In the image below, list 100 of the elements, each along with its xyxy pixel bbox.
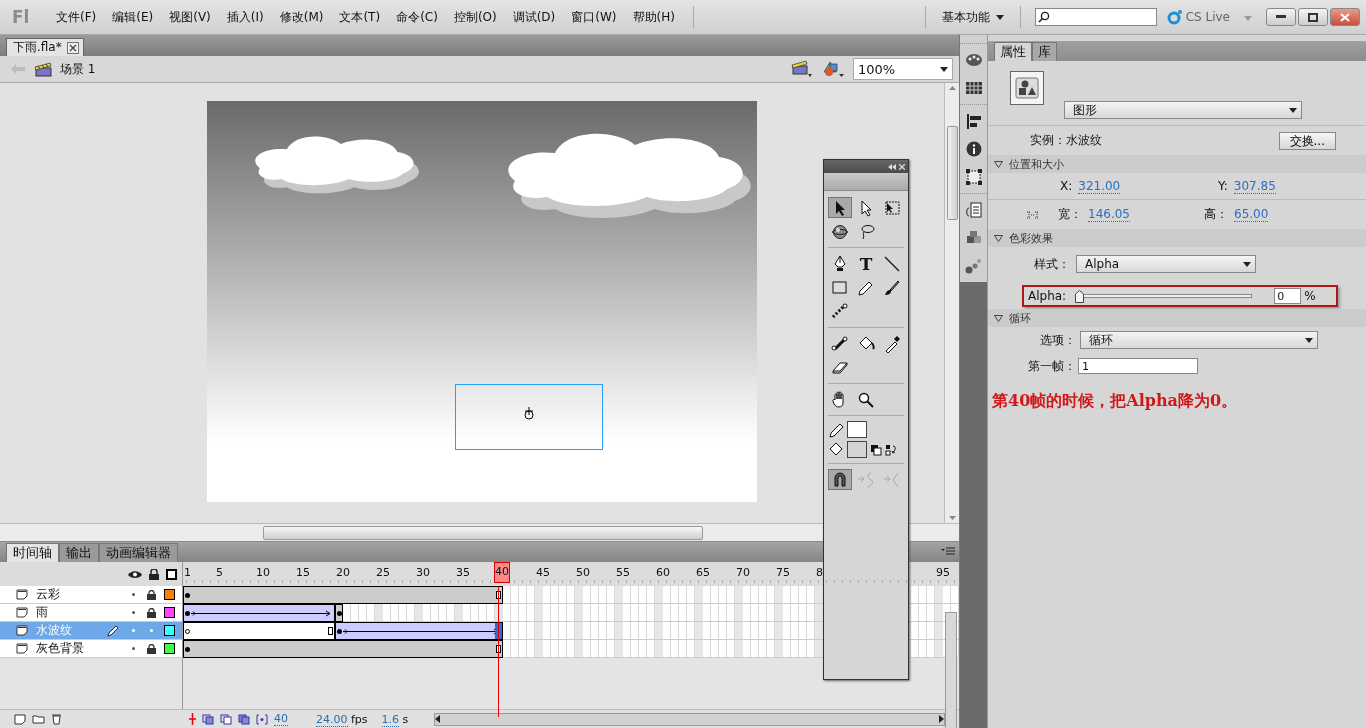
frame-span[interactable] — [183, 586, 503, 604]
menu-item[interactable]: 文本(T) — [331, 8, 389, 26]
layer-name[interactable]: 云彩 — [36, 586, 102, 603]
vertical-scrollbar[interactable] — [944, 83, 959, 523]
frame-span[interactable] — [335, 604, 343, 622]
menu-item[interactable]: 窗口(W) — [563, 8, 625, 26]
panel-tab[interactable]: 属性 — [994, 42, 1032, 61]
outline-color-swatch[interactable] — [163, 643, 175, 654]
layer-header[interactable]: 灰色背景 — [0, 640, 183, 658]
width-value[interactable]: 146.05 — [1088, 207, 1130, 222]
onion-outline-icon[interactable] — [220, 713, 232, 725]
menu-item[interactable]: 编辑(E) — [104, 8, 162, 26]
outline-color-swatch[interactable] — [163, 625, 175, 636]
folder-icon[interactable] — [32, 714, 45, 724]
lock-icon[interactable] — [146, 607, 156, 618]
scene-name[interactable]: 场景 1 — [60, 60, 96, 78]
panel-tab[interactable]: 输出 — [59, 543, 99, 562]
layer-name[interactable]: 雨 — [36, 604, 102, 621]
y-value[interactable]: 307.85 — [1233, 178, 1276, 194]
height-value[interactable]: 65.00 — [1234, 207, 1269, 222]
visible-dot-icon[interactable] — [131, 593, 135, 596]
menu-item[interactable]: 帮助(H) — [624, 8, 683, 26]
components-icon[interactable] — [964, 230, 983, 246]
timeline-scrollbar[interactable] — [434, 712, 945, 726]
onion-markers-icon[interactable] — [256, 713, 268, 725]
palette-icon[interactable] — [964, 52, 983, 68]
collapse-icon[interactable] — [888, 163, 896, 170]
menu-item[interactable]: 文件(F) — [48, 8, 105, 26]
swap-colors-icon[interactable] — [885, 443, 897, 456]
x-value[interactable]: 321.00 — [1078, 178, 1121, 194]
timeline-vertical-scrollbar[interactable] — [945, 612, 957, 728]
slider-thumb[interactable] — [1075, 290, 1085, 303]
section-header[interactable]: 循环 — [988, 309, 1366, 327]
style-dropdown[interactable]: Alpha — [1076, 255, 1256, 273]
motion-presets-icon[interactable] — [964, 258, 983, 274]
playhead-icon[interactable] — [189, 713, 196, 725]
menu-item[interactable]: 修改(M) — [271, 8, 332, 26]
menu-item[interactable]: 命令(C) — [388, 8, 446, 26]
stroke-color-swatch[interactable] — [847, 421, 867, 438]
maximize-button[interactable] — [1298, 8, 1328, 26]
select-tool[interactable] — [828, 197, 852, 218]
close-icon[interactable] — [899, 163, 905, 170]
selection-box[interactable] — [455, 384, 603, 450]
workspace-switcher[interactable]: 基本功能 — [935, 8, 1010, 26]
new-layer-icon[interactable] — [14, 713, 26, 725]
tween-span[interactable] — [335, 622, 503, 640]
swatches-icon[interactable] — [964, 80, 983, 96]
transform-icon[interactable] — [964, 169, 983, 185]
horizontal-scrollbar[interactable] — [0, 523, 959, 541]
section-header[interactable]: 位置和大小 — [988, 155, 1366, 173]
blank-frame-span[interactable] — [183, 622, 335, 640]
close-tab-button[interactable] — [66, 41, 79, 54]
menu-item[interactable]: 控制(O) — [445, 8, 505, 26]
layer-header[interactable]: 云彩 — [0, 586, 183, 604]
loop-option-dropdown[interactable]: 循环 — [1080, 331, 1318, 349]
frame-rate[interactable]: 24.00 — [316, 713, 348, 727]
menu-item[interactable]: 插入(I) — [218, 8, 272, 26]
panel-menu-icon[interactable] — [941, 547, 955, 556]
fill-color-swatch[interactable] — [847, 441, 867, 458]
unlocked-dot-icon[interactable] — [149, 629, 153, 632]
info-icon[interactable] — [964, 141, 983, 157]
panel-tab[interactable]: 时间轴 — [6, 543, 59, 562]
section-header[interactable]: 色彩效果 — [988, 229, 1366, 247]
tween-span[interactable] — [183, 604, 335, 622]
current-frame[interactable]: 40 — [274, 712, 288, 726]
frame-span[interactable] — [183, 640, 503, 658]
outline-color-swatch[interactable] — [163, 607, 175, 618]
panel-tab[interactable]: 库 — [1032, 42, 1057, 61]
visible-dot-icon[interactable] — [131, 611, 135, 614]
actions-icon[interactable] — [964, 202, 983, 218]
snap-tool[interactable] — [828, 469, 852, 490]
align-icon[interactable] — [964, 113, 983, 129]
layer-name[interactable]: 灰色背景 — [36, 640, 102, 657]
document-tab[interactable]: 下雨.fla* — [6, 38, 84, 56]
edit-scene-icon[interactable] — [791, 60, 813, 78]
lock-icon[interactable] — [146, 643, 156, 654]
default-colors-icon[interactable] — [870, 443, 882, 456]
menu-item[interactable]: 视图(V) — [161, 8, 219, 26]
alpha-input[interactable]: 0 — [1274, 288, 1302, 304]
edit-symbols-icon[interactable] — [821, 60, 845, 78]
scrollbar-thumb[interactable] — [946, 126, 958, 220]
scrollbar-thumb[interactable] — [263, 525, 703, 540]
minimize-button[interactable] — [1266, 8, 1296, 26]
edit-multiple-frames-icon[interactable] — [238, 713, 250, 725]
visible-dot-icon[interactable] — [131, 647, 135, 650]
text-tool[interactable]: T — [854, 253, 878, 274]
lock-icon[interactable] — [146, 589, 156, 600]
onion-skin-icon[interactable] — [202, 713, 214, 725]
search-field[interactable] — [1034, 8, 1157, 26]
outline-color-swatch[interactable] — [163, 589, 175, 600]
close-button[interactable] — [1330, 8, 1360, 26]
panel-tab[interactable]: 动画编辑器 — [99, 543, 178, 562]
menu-item[interactable]: 调试(D) — [504, 8, 564, 26]
symbol-type-dropdown[interactable]: 图形 — [1064, 101, 1302, 119]
zoom-field[interactable]: 100% — [853, 58, 953, 80]
visible-dot-icon[interactable] — [131, 629, 135, 632]
first-frame-input[interactable]: 1 — [1078, 358, 1198, 374]
cs-live-label[interactable]: CS Live — [1185, 10, 1230, 24]
layer-header[interactable]: 雨 — [0, 604, 183, 622]
swap-button[interactable]: 交换... — [1278, 131, 1336, 150]
